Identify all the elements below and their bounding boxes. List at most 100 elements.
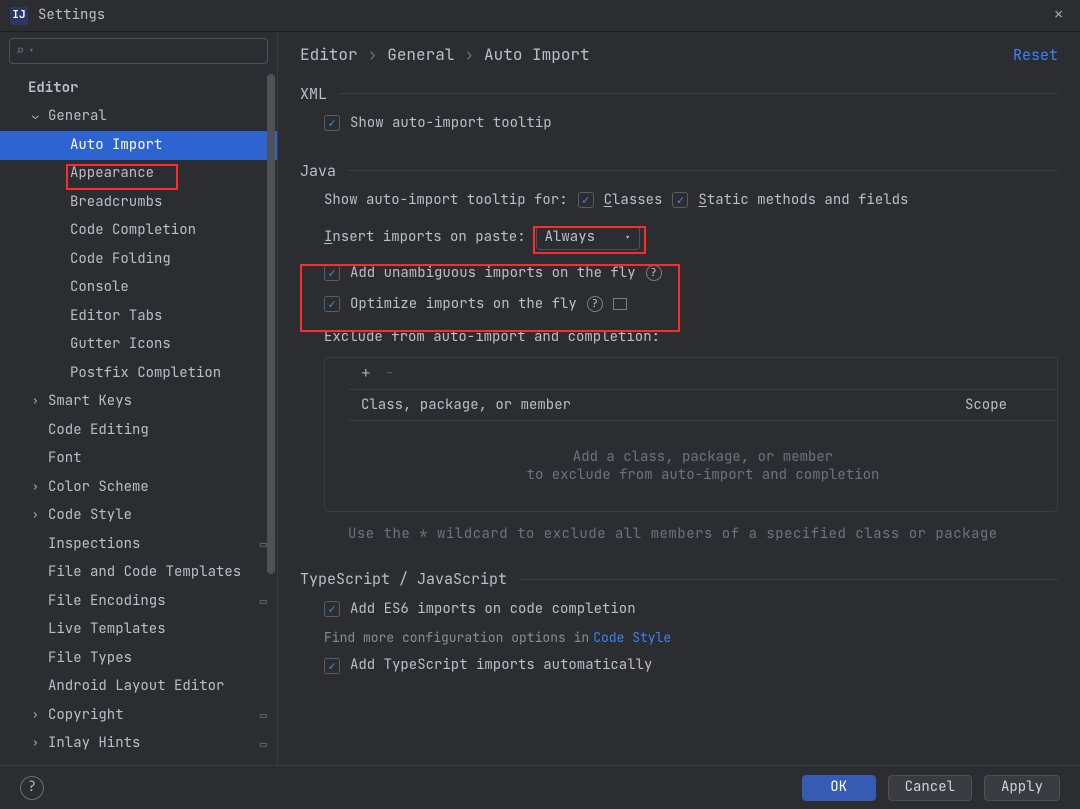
row-unambiguous: Add unambiguous imports on the fly ? — [300, 264, 1058, 283]
chk-classes[interactable]: Classes — [578, 191, 663, 210]
chk-label: Add TypeScript imports automatically — [350, 656, 652, 675]
search-input[interactable]: ⌕ ▾ — [9, 38, 268, 64]
breadcrumb: Editor › General › Auto Import Reset — [300, 44, 1058, 66]
sidebar: ⌕ ▾ Editor ⌄General Auto Import Appearan… — [0, 32, 278, 765]
chevron-down-icon: ▾ — [625, 231, 631, 245]
tree-code-style[interactable]: ›Code Style — [0, 502, 277, 531]
tree-breadcrumbs[interactable]: Breadcrumbs — [0, 188, 277, 217]
dropdown-value: Always — [545, 228, 595, 247]
tree-android-le[interactable]: Android Layout Editor — [0, 673, 277, 702]
tree-gutter-icons[interactable]: Gutter Icons — [0, 331, 277, 360]
chevron-right-icon: › — [32, 508, 44, 523]
chevron-right-icon: › — [32, 708, 44, 723]
wildcard-hint: Use the * wildcard to exclude all member… — [300, 524, 1058, 545]
remove-icon[interactable]: − — [385, 362, 395, 384]
chevron-right-icon: › — [32, 480, 44, 495]
sidebar-scrollbar[interactable] — [267, 74, 275, 765]
app-icon: IJ — [10, 7, 28, 25]
checkbox-icon[interactable] — [578, 192, 594, 208]
ok-button[interactable]: OK — [802, 775, 876, 801]
checkbox-icon[interactable] — [324, 658, 340, 674]
checkbox-icon[interactable] — [324, 296, 340, 312]
checkbox-icon[interactable] — [324, 265, 340, 281]
tree-auto-import[interactable]: Auto Import — [0, 131, 277, 160]
checkbox-icon[interactable] — [672, 192, 688, 208]
help-button[interactable]: ? — [20, 776, 44, 800]
chk-unambiguous[interactable]: Add unambiguous imports on the fly — [324, 264, 636, 283]
chk-label: Show auto-import tooltip — [350, 114, 552, 133]
tree-code-completion[interactable]: Code Completion — [0, 217, 277, 246]
crumb-sep: › — [368, 44, 378, 66]
pref-icon: ▭ — [260, 593, 267, 609]
label-tooltip-for: Show auto-import tooltip for: — [324, 191, 568, 210]
settings-tree: Editor ⌄General Auto Import Appearance B… — [0, 68, 277, 765]
tree-live-templates[interactable]: Live Templates — [0, 616, 277, 645]
col-class[interactable]: Class, package, or member — [361, 396, 965, 415]
section-xml: XML — [300, 84, 1058, 104]
sidebar-scroll-thumb[interactable] — [267, 74, 275, 574]
chk-label: Add unambiguous imports on the fly — [350, 264, 636, 283]
chk-label: Optimize imports on the fly — [350, 295, 577, 314]
tree-inspections[interactable]: Inspections▭ — [0, 530, 277, 559]
row-insert-paste: Insert imports on paste: Always ▾ — [300, 226, 1058, 250]
tree-font[interactable]: Font — [0, 445, 277, 474]
tree-color-scheme[interactable]: ›Color Scheme — [0, 473, 277, 502]
pref-icon: ▭ — [260, 536, 267, 552]
tree-file-types[interactable]: File Types — [0, 644, 277, 673]
apply-button[interactable]: Apply — [984, 775, 1060, 801]
chevron-down-icon: ⌄ — [32, 109, 44, 124]
row-optimize: Optimize imports on the fly ? — [300, 295, 1058, 314]
tree-file-enc[interactable]: File Encodings▭ — [0, 587, 277, 616]
titlebar: IJ Settings × — [0, 0, 1080, 32]
checkbox-icon[interactable] — [324, 601, 340, 617]
chk-ts-auto[interactable]: Add TypeScript imports automatically — [324, 656, 652, 675]
crumb-general[interactable]: General — [387, 44, 454, 66]
checkbox-icon[interactable] — [324, 115, 340, 131]
pref-icon: ▭ — [260, 736, 267, 752]
add-icon[interactable]: + — [361, 362, 371, 384]
tree-code-folding[interactable]: Code Folding — [0, 245, 277, 274]
chk-xml-tooltip[interactable]: Show auto-import tooltip — [324, 114, 552, 133]
tree-console[interactable]: Console — [0, 274, 277, 303]
tree-inlay[interactable]: ›Inlay Hints▭ — [0, 730, 277, 759]
ts-find-label: Find more configuration options in — [324, 629, 589, 647]
section-java: Java — [300, 161, 1058, 181]
chk-es6[interactable]: Add ES6 imports on code completion — [324, 600, 636, 619]
tree-smart-keys[interactable]: ›Smart Keys — [0, 388, 277, 417]
chevron-down-icon[interactable]: ▾ — [28, 44, 34, 58]
dropdown-paste-mode[interactable]: Always ▾ — [536, 226, 640, 250]
exclude-placeholder: Add a class, package, or member to exclu… — [349, 421, 1057, 511]
cancel-button[interactable]: Cancel — [888, 775, 972, 801]
main-area: ⌕ ▾ Editor ⌄General Auto Import Appearan… — [0, 32, 1080, 765]
dialog-footer: ? OK Cancel Apply — [0, 765, 1080, 809]
tree-editor[interactable]: Editor — [0, 74, 277, 103]
chk-static[interactable]: Static methods and fields — [672, 191, 908, 210]
tree-appearance[interactable]: Appearance — [0, 160, 277, 189]
close-icon[interactable]: × — [1047, 3, 1070, 27]
tree-copyright[interactable]: ›Copyright▭ — [0, 701, 277, 730]
exclude-table: + − Class, package, or member Scope Add … — [324, 357, 1058, 513]
pref-icon — [613, 298, 627, 310]
tree-file-templates[interactable]: File and Code Templates — [0, 559, 277, 588]
chk-label: Static methods and fields — [698, 191, 908, 210]
tree-editor-tabs[interactable]: Editor Tabs — [0, 302, 277, 331]
chk-label: Classes — [604, 191, 663, 210]
chevron-right-icon: › — [32, 394, 44, 409]
crumb-auto-import: Auto Import — [484, 44, 590, 66]
chevron-right-icon: › — [32, 736, 44, 751]
tree-postfix[interactable]: Postfix Completion — [0, 359, 277, 388]
col-scope[interactable]: Scope — [965, 396, 1045, 415]
tree-general[interactable]: ⌄General — [0, 103, 277, 132]
crumb-editor[interactable]: Editor — [300, 44, 358, 66]
section-ts: TypeScript / JavaScript — [300, 569, 1058, 589]
reset-link[interactable]: Reset — [1013, 45, 1058, 65]
search-icon: ⌕ — [16, 42, 24, 61]
code-style-link[interactable]: Code Style — [593, 629, 671, 647]
row-tooltip-for: Show auto-import tooltip for: Classes St… — [300, 191, 1058, 210]
chk-optimize[interactable]: Optimize imports on the fly — [324, 295, 577, 314]
help-icon[interactable]: ? — [587, 296, 603, 312]
tree-code-editing[interactable]: Code Editing — [0, 416, 277, 445]
help-icon[interactable]: ? — [646, 265, 662, 281]
pref-icon: ▭ — [260, 707, 267, 723]
label-insert-paste: Insert imports on paste: — [324, 228, 526, 247]
